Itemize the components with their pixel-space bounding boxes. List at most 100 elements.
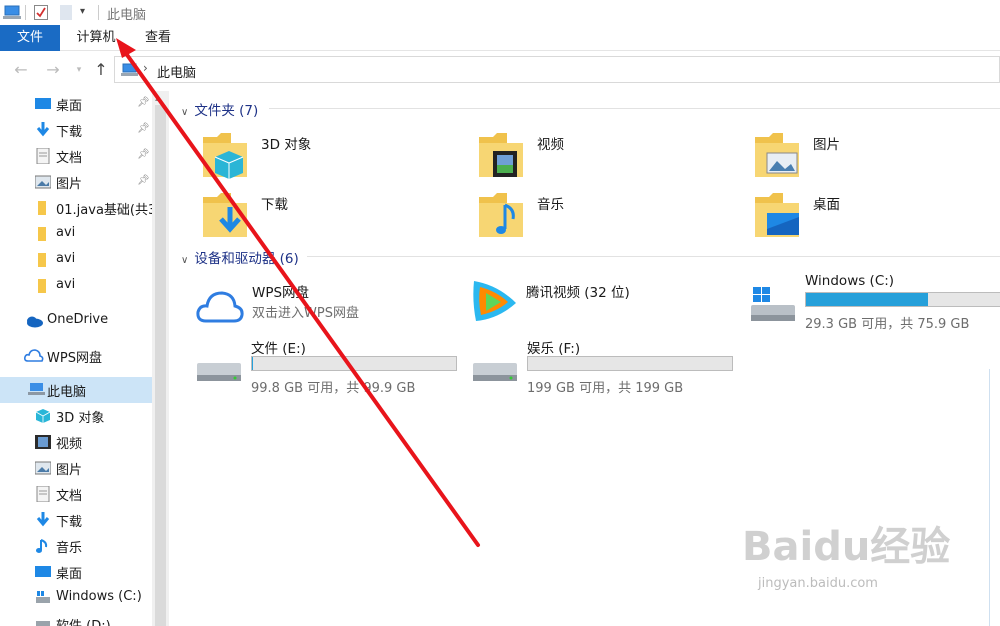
folder-3d-objects[interactable]: 3D 对象	[203, 129, 463, 187]
sidebar-scrollbar[interactable]: ▲	[152, 91, 169, 626]
scrollbar-thumb[interactable]	[155, 105, 166, 626]
drive-subtitle: 双击进入WPS网盘	[252, 306, 359, 321]
sidebar-item-windows-c[interactable]: Windows (C:)	[0, 585, 152, 611]
divider	[307, 256, 1000, 257]
download-folder-icon	[203, 189, 251, 241]
drive-tencent-video[interactable]: 腾讯视频 (32 位)	[470, 281, 740, 339]
drive-windows-c[interactable]: Windows (C:) 29.3 GB 可用，共 75.9 GB	[749, 273, 1000, 332]
drive-f[interactable]: 娱乐 (F:) 199 GB 可用，共 199 GB	[471, 337, 741, 396]
watermark-url: jingyan.baidu.com	[758, 576, 878, 591]
drive-usage-bar	[527, 356, 733, 371]
sidebar-item-desktop[interactable]: 桌面	[0, 559, 152, 585]
sidebar-item-downloads[interactable]: 下载 📌︎	[0, 117, 152, 143]
up-arrow-icon[interactable]: ↑	[90, 59, 112, 81]
scroll-up-icon[interactable]: ▲	[155, 93, 161, 102]
3d-objects-folder-icon	[203, 129, 251, 181]
address-bar[interactable]: › 此电脑	[114, 56, 1000, 83]
tab-view[interactable]: 查看	[134, 25, 182, 51]
sidebar-item-avi[interactable]: avi	[0, 247, 152, 273]
tencent-video-icon	[470, 275, 518, 327]
drive-usage-bar	[805, 292, 1000, 307]
sidebar-item-label: 桌面	[56, 99, 83, 114]
chevron-down-icon[interactable]: ∨	[181, 107, 188, 118]
pin-icon[interactable]: 📌︎	[137, 149, 150, 161]
sidebar-item-3d-objects[interactable]: 3D 对象	[0, 403, 152, 429]
music-folder-icon	[479, 189, 527, 241]
download-icon	[35, 122, 51, 138]
folder-music[interactable]: 音乐	[479, 189, 739, 247]
breadcrumb-this-pc[interactable]: 此电脑	[157, 62, 196, 81]
sidebar-item-documents[interactable]: 文档 📌︎	[0, 143, 152, 169]
sidebar-item-desktop[interactable]: 桌面 📌︎	[0, 91, 152, 117]
video-folder-icon	[479, 129, 527, 181]
wps-cloud-icon	[24, 348, 44, 364]
folder-label: 下载	[261, 197, 288, 213]
sidebar-item-label: avi	[56, 251, 76, 266]
chevron-down-icon[interactable]: ∨	[181, 255, 188, 266]
desktop-icon	[35, 96, 51, 112]
drive-wps[interactable]: WPS网盘 双击进入WPS网盘	[196, 281, 466, 339]
sidebar-item-label: WPS网盘	[47, 351, 102, 366]
tab-computer[interactable]: 计算机	[66, 25, 126, 51]
download-icon	[35, 512, 51, 528]
folder-desktop[interactable]: 桌面	[755, 189, 1000, 247]
back-arrow-icon[interactable]: ←	[10, 59, 32, 81]
folder-videos[interactable]: 视频	[479, 129, 739, 187]
this-pc-icon	[3, 5, 21, 24]
sidebar-item-label: 此电脑	[47, 385, 87, 400]
sidebar-item-pictures[interactable]: 图片	[0, 455, 152, 481]
properties-icon[interactable]	[34, 5, 48, 24]
sidebar-item-avi[interactable]: avi	[0, 273, 152, 299]
folder-pictures[interactable]: 图片	[755, 129, 1000, 187]
folder-downloads[interactable]: 下载	[203, 189, 463, 247]
desktop-folder-icon	[755, 189, 803, 241]
drive-name: 文件 (E:)	[251, 341, 306, 357]
sidebar-item-label: 音乐	[56, 541, 83, 556]
folder-icon	[35, 252, 51, 268]
folder-label: 图片	[813, 137, 840, 153]
folder-label: 桌面	[813, 197, 840, 213]
drives-group-header[interactable]: ∨ 设备和驱动器 (6)	[181, 247, 299, 267]
sidebar-item-label: 3D 对象	[56, 411, 105, 426]
folder-label: 3D 对象	[261, 137, 312, 153]
folder-icon	[35, 278, 51, 294]
divider	[98, 5, 99, 20]
drive-icon	[35, 616, 51, 626]
watermark-brand: Baidu经验	[742, 524, 951, 570]
this-pc-icon	[121, 63, 139, 81]
new-folder-icon[interactable]	[60, 5, 72, 24]
sidebar-item-label: avi	[56, 277, 76, 292]
pin-icon[interactable]: 📌︎	[137, 175, 150, 187]
folders-header-label: 文件夹 (7)	[194, 103, 259, 119]
folder-label: 视频	[537, 137, 564, 153]
3d-objects-icon	[35, 408, 51, 424]
sidebar-item-documents[interactable]: 文档	[0, 481, 152, 507]
customize-toolbar-icon[interactable]: ▾	[80, 6, 85, 17]
pin-icon[interactable]: 📌︎	[137, 123, 150, 135]
sidebar-item-onedrive[interactable]: OneDrive	[0, 308, 152, 334]
forward-arrow-icon[interactable]: →	[42, 59, 64, 81]
sidebar-item-wps[interactable]: WPS网盘	[0, 343, 152, 369]
divider	[25, 5, 26, 20]
sidebar-item-downloads[interactable]: 下载	[0, 507, 152, 533]
pin-icon[interactable]: 📌︎	[137, 97, 150, 109]
drive-e[interactable]: 文件 (E:) 99.8 GB 可用，共 99.9 GB	[195, 337, 465, 396]
sidebar-item-label: OneDrive	[47, 312, 109, 327]
sidebar-item-avi[interactable]: avi	[0, 221, 152, 247]
drive-usage-fill	[806, 293, 928, 306]
sidebar-item-videos[interactable]: 视频	[0, 429, 152, 455]
breadcrumb-chevron-icon[interactable]: ›	[143, 61, 148, 75]
sidebar-item-drive-d[interactable]: 软件 (D:)	[0, 611, 152, 626]
sidebar-item-this-pc[interactable]: 此电脑	[0, 377, 152, 403]
this-pc-icon	[28, 382, 45, 398]
sidebar-item-label: Windows (C:)	[56, 589, 142, 604]
sidebar-item-pictures[interactable]: 图片 📌︎	[0, 169, 152, 195]
sidebar-item-java-folder[interactable]: 01.java基础(共3	[0, 195, 152, 221]
tab-file[interactable]: 文件	[0, 25, 60, 51]
wps-cloud-icon	[196, 287, 244, 327]
folders-group-header[interactable]: ∨ 文件夹 (7)	[181, 99, 258, 119]
divider	[269, 108, 1000, 109]
recent-locations-icon[interactable]: ▾	[68, 59, 90, 81]
picture-icon	[34, 174, 52, 190]
sidebar-item-music[interactable]: 音乐	[0, 533, 152, 559]
